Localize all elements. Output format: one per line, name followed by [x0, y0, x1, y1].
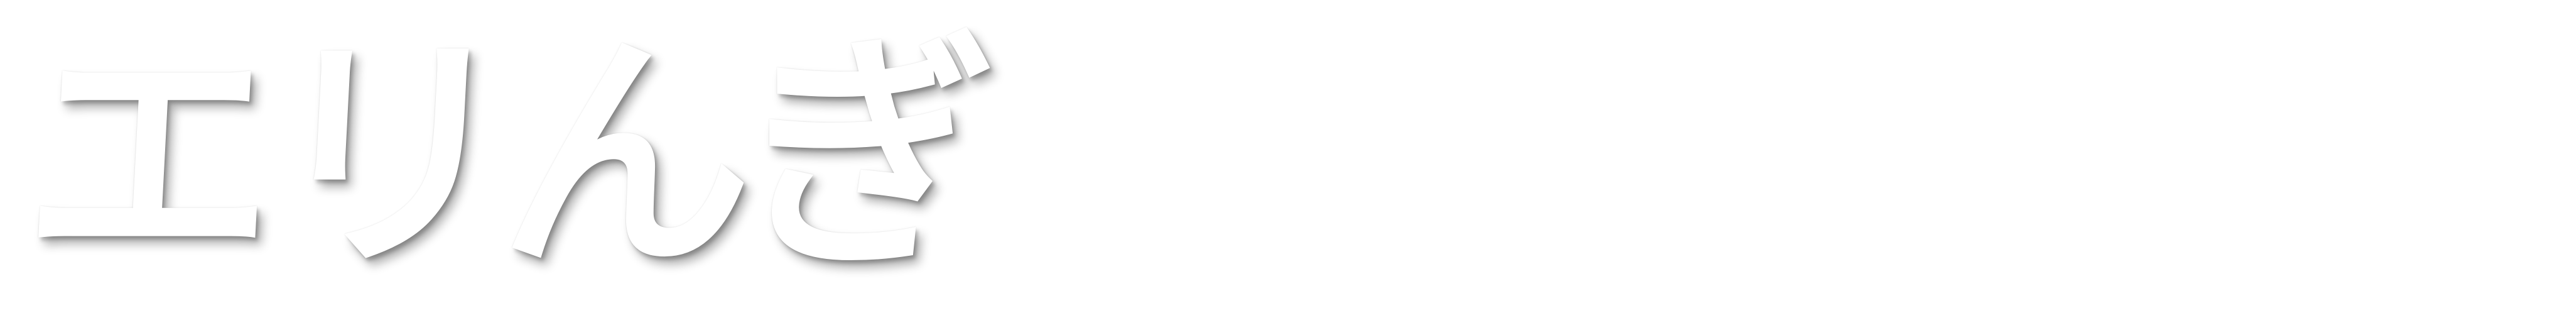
- logo-canvas: エリんぎ: [0, 0, 2576, 313]
- logo-wordmark: エリんぎ: [18, 6, 1212, 308]
- logo-text: エリんぎ: [18, 11, 988, 303]
